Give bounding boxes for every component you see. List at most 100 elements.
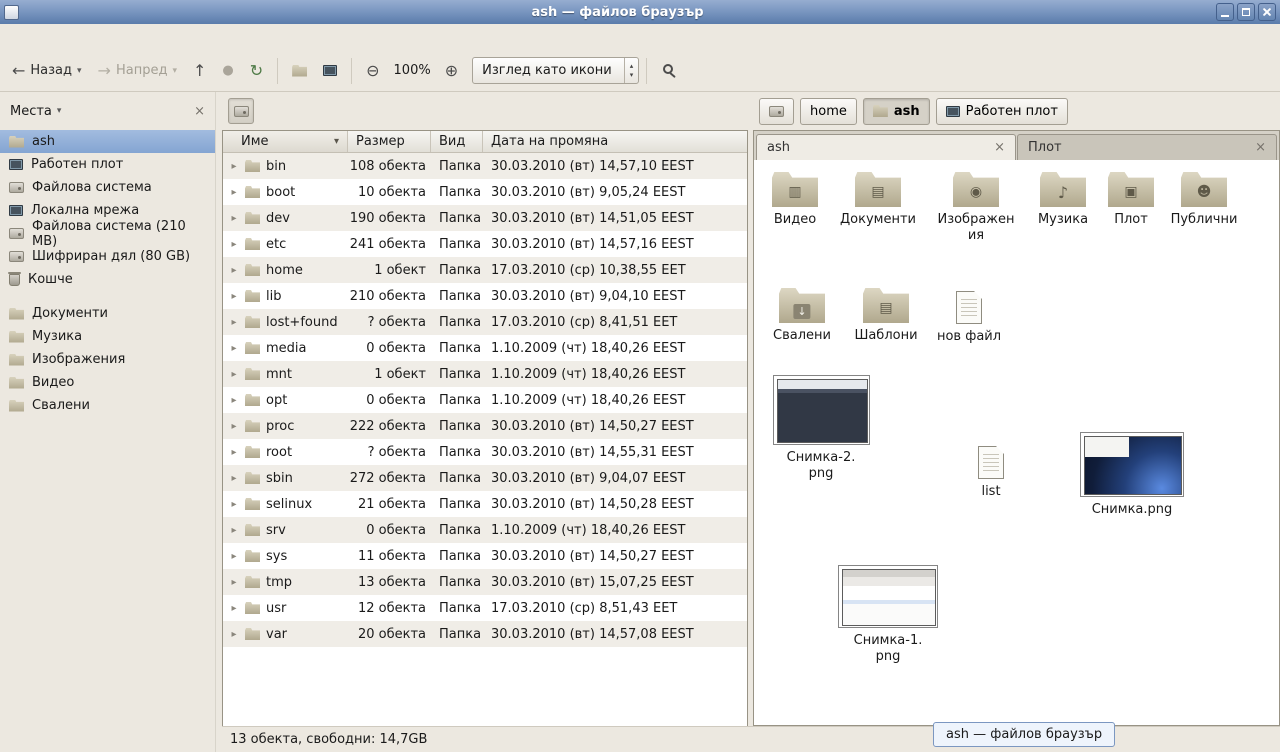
icon-view-item[interactable]: Снимка-2. png — [771, 375, 871, 481]
column-header-modified[interactable]: Дата на промяна — [483, 131, 747, 152]
file-row[interactable]: ▸ sbin 272 обекта Папка 30.03.2010 (вт) … — [223, 465, 747, 491]
expander-icon[interactable]: ▸ — [229, 369, 239, 380]
sidebar-item[interactable]: Изображения — [0, 348, 215, 371]
sidebar-item[interactable]: ash — [0, 130, 215, 153]
file-row[interactable]: ▸ srv 0 обекта Папка 1.10.2009 (чт) 18,4… — [223, 517, 747, 543]
file-row[interactable]: ▸ selinux 21 обекта Папка 30.03.2010 (вт… — [223, 491, 747, 517]
pathbar-button[interactable] — [759, 98, 794, 125]
minimize-button[interactable] — [1216, 3, 1234, 21]
file-row[interactable]: ▸ mnt 1 обект Папка 1.10.2009 (чт) 18,40… — [223, 361, 747, 387]
file-row[interactable]: ▸ boot 10 обекта Папка 30.03.2010 (вт) 9… — [223, 179, 747, 205]
maximize-button[interactable] — [1237, 3, 1255, 21]
icon-view-item[interactable]: Изображен ия — [936, 172, 1016, 243]
icon-view-item[interactable]: Публични — [1164, 172, 1244, 228]
column-header-type[interactable]: Вид — [431, 131, 483, 152]
file-row[interactable]: ▸ var 20 обекта Папка 30.03.2010 (вт) 14… — [223, 621, 747, 647]
column-header-size[interactable]: Размер — [348, 131, 431, 152]
file-row[interactable]: ▸ lost+found ? обекта Папка 17.03.2010 (… — [223, 309, 747, 335]
titlebar[interactable]: ash — файлов браузър — [0, 0, 1280, 24]
sidebar-item[interactable]: Файлова система — [0, 176, 215, 199]
expander-icon[interactable]: ▸ — [229, 603, 239, 614]
expander-icon[interactable]: ▸ — [229, 265, 239, 276]
tab[interactable]: Плот × — [1017, 134, 1277, 160]
sidebar-item[interactable]: Работен плот — [0, 153, 215, 176]
file-row[interactable]: ▸ root ? обекта Папка 30.03.2010 (вт) 14… — [223, 439, 747, 465]
icon-view-item[interactable]: нов файл — [929, 288, 1009, 345]
tab[interactable]: ash × — [756, 134, 1016, 160]
icon-view-item[interactable]: Документи — [838, 172, 918, 228]
file-row[interactable]: ▸ sys 11 обекта Папка 30.03.2010 (вт) 14… — [223, 543, 747, 569]
expander-icon[interactable]: ▸ — [229, 343, 239, 354]
menu-item[interactable] — [3, 33, 21, 41]
file-row[interactable]: ▸ media 0 обекта Папка 1.10.2009 (чт) 18… — [223, 335, 747, 361]
sidebar-close-icon[interactable]: × — [194, 105, 205, 118]
icon-view-item[interactable]: Видео — [755, 172, 835, 228]
expander-icon[interactable]: ▸ — [229, 577, 239, 588]
icon-view-item[interactable]: list — [951, 443, 1031, 500]
icon-view-item[interactable]: Снимка.png — [1077, 432, 1187, 518]
sidebar-chevron-icon[interactable]: ▾ — [57, 106, 62, 116]
sidebar-item[interactable]: Документи — [0, 302, 215, 325]
icon-view-item[interactable]: Свалени — [762, 288, 842, 344]
forward-button[interactable]: → Напред ▾ — [91, 57, 184, 85]
column-header-name[interactable]: Име ▾ — [223, 131, 348, 152]
file-row[interactable]: ▸ opt 0 обекта Папка 1.10.2009 (чт) 18,4… — [223, 387, 747, 413]
root-location-button[interactable] — [228, 98, 254, 124]
pathbar-button[interactable]: Работен плот — [936, 98, 1068, 125]
expander-icon[interactable]: ▸ — [229, 239, 239, 250]
combobox-arrows-icon[interactable]: ▴▾ — [624, 58, 639, 83]
search-button[interactable] — [654, 58, 684, 83]
sidebar-item[interactable]: Музика — [0, 325, 215, 348]
expander-icon[interactable]: ▸ — [229, 499, 239, 510]
zoom-out-button[interactable]: ⊖ — [359, 57, 386, 85]
zoom-in-button[interactable]: ⊕ — [438, 57, 465, 85]
file-row[interactable]: ▸ tmp 13 обекта Папка 30.03.2010 (вт) 15… — [223, 569, 747, 595]
sidebar-item[interactable]: Шифриран дял (80 GB) — [0, 245, 215, 268]
file-row[interactable]: ▸ etc 241 обекта Папка 30.03.2010 (вт) 1… — [223, 231, 747, 257]
file-row[interactable]: ▸ home 1 обект Папка 17.03.2010 (ср) 10,… — [223, 257, 747, 283]
expander-icon[interactable]: ▸ — [229, 395, 239, 406]
menu-item[interactable] — [21, 33, 39, 41]
menu-item[interactable] — [93, 33, 111, 41]
close-button[interactable] — [1258, 3, 1276, 21]
sidebar-item[interactable]: Свалени — [0, 394, 215, 417]
reload-button[interactable]: ↻ — [243, 57, 270, 85]
view-mode-combobox[interactable]: Изглед като икони ▴▾ — [472, 57, 639, 84]
expander-icon[interactable]: ▸ — [229, 629, 239, 640]
menu-item[interactable] — [75, 33, 93, 41]
expander-icon[interactable]: ▸ — [229, 447, 239, 458]
back-button[interactable]: ← Назад ▾ — [5, 57, 89, 85]
sidebar-item[interactable]: Файлова система (210 MB) — [0, 222, 215, 245]
expander-icon[interactable]: ▸ — [229, 291, 239, 302]
expander-icon[interactable]: ▸ — [229, 317, 239, 328]
tab-close-icon[interactable]: × — [1255, 141, 1266, 154]
file-row[interactable]: ▸ usr 12 обекта Папка 17.03.2010 (ср) 8,… — [223, 595, 747, 621]
sidebar-item[interactable]: Видео — [0, 371, 215, 394]
menu-item[interactable] — [39, 33, 57, 41]
expander-icon[interactable]: ▸ — [229, 551, 239, 562]
expander-icon[interactable]: ▸ — [229, 187, 239, 198]
file-row[interactable]: ▸ dev 190 обекта Папка 30.03.2010 (вт) 1… — [223, 205, 747, 231]
home-button[interactable] — [285, 59, 314, 83]
sidebar-header[interactable]: Места ▾ × — [0, 92, 215, 130]
expander-icon[interactable]: ▸ — [229, 421, 239, 432]
pathbar-button[interactable]: ash — [863, 98, 930, 125]
back-history-chevron-icon[interactable]: ▾ — [77, 66, 82, 76]
icon-view-item[interactable]: Шаблони — [846, 288, 926, 344]
expander-icon[interactable]: ▸ — [229, 161, 239, 172]
menu-item[interactable] — [57, 33, 75, 41]
expander-icon[interactable]: ▸ — [229, 213, 239, 224]
file-row[interactable]: ▸ proc 222 обекта Папка 30.03.2010 (вт) … — [223, 413, 747, 439]
pathbar-button[interactable]: home — [800, 98, 857, 125]
file-row[interactable]: ▸ bin 108 обекта Папка 30.03.2010 (вт) 1… — [223, 153, 747, 179]
up-button[interactable]: ↑ — [186, 57, 213, 85]
expander-icon[interactable]: ▸ — [229, 473, 239, 484]
sidebar-splitter[interactable] — [215, 92, 222, 752]
tab-close-icon[interactable]: × — [994, 141, 1005, 154]
expander-icon[interactable]: ▸ — [229, 525, 239, 536]
stop-button[interactable]: ● — [215, 58, 240, 83]
icon-view-item[interactable]: Снимка-1. png — [836, 565, 940, 664]
computer-button[interactable] — [316, 59, 344, 82]
sidebar-item[interactable]: Кошче — [0, 268, 215, 291]
icon-view-item[interactable]: Плот — [1091, 172, 1171, 228]
